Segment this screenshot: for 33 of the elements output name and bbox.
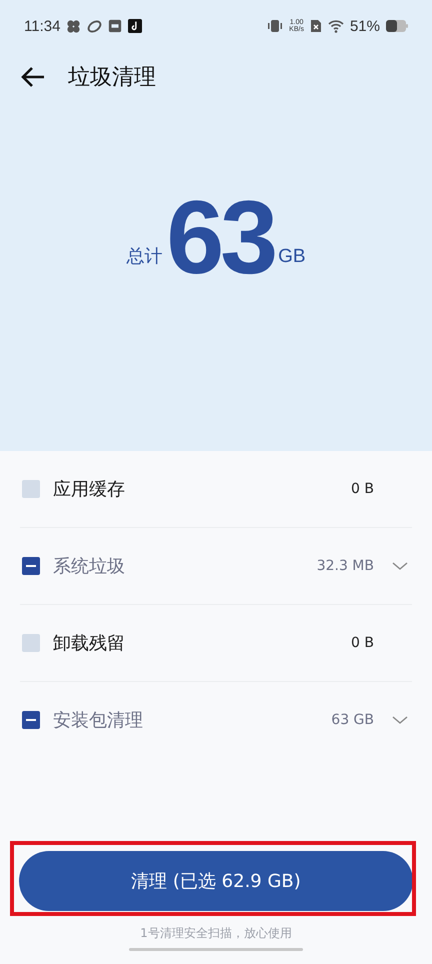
total-label: 总计: [126, 245, 162, 268]
item-size: 32.3 MB: [316, 558, 374, 574]
page-title: 垃圾清理: [68, 64, 156, 92]
chevron-down-icon[interactable]: [392, 562, 408, 570]
checkbox[interactable]: [22, 480, 40, 498]
battery-icon: [386, 20, 408, 32]
checkbox[interactable]: [22, 634, 40, 652]
total-value: 63: [166, 194, 274, 282]
clean-button[interactable]: 清理 (已选 62.9 GB): [19, 851, 413, 911]
leaf-icon: [87, 18, 102, 34]
item-label: 应用缓存: [53, 478, 126, 501]
item-size: 63 GB: [331, 712, 374, 728]
status-time: 11:34: [24, 18, 60, 34]
list-row[interactable]: 卸载残留 0 B: [20, 605, 412, 682]
item-label: 安装包清理: [53, 709, 144, 732]
checkbox[interactable]: [22, 711, 40, 729]
list-row[interactable]: 应用缓存 0 B: [20, 451, 412, 528]
music-note-icon: [128, 19, 142, 33]
footnote: 1号清理安全扫描，放心使用: [139, 925, 293, 942]
item-label: 系统垃圾: [53, 555, 126, 578]
sim-card-icon: [310, 19, 322, 33]
checkbox[interactable]: [22, 557, 40, 575]
item-size: 0 B: [351, 635, 374, 651]
wifi-icon: [328, 20, 344, 32]
vibrate-icon: [267, 19, 284, 33]
total-unit: GB: [278, 246, 306, 268]
back-arrow-icon[interactable]: [20, 66, 46, 88]
item-size: 0 B: [351, 481, 374, 497]
inbox-icon: [108, 19, 122, 33]
battery-percentage: 51%: [350, 18, 380, 34]
chevron-down-icon[interactable]: [392, 716, 408, 724]
fan-icon: [66, 18, 82, 34]
item-label: 卸载残留: [53, 632, 126, 655]
